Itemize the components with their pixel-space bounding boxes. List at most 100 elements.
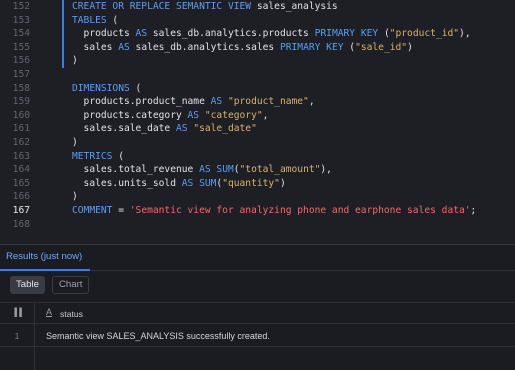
table-view-button[interactable]: Table	[10, 276, 45, 294]
code-line[interactable]: 153 TABLES (	[0, 14, 515, 28]
code-text: sales.units_sold AS SUM("quantity")	[72, 177, 286, 191]
keyword-token: AS	[210, 96, 223, 108]
string-token: "category"	[204, 109, 263, 121]
identifier-token: (	[129, 82, 142, 94]
line-number: 153	[12, 14, 30, 26]
code-line[interactable]: 162)	[0, 136, 515, 150]
line-number: 162	[12, 136, 30, 148]
line-number: 155	[12, 41, 30, 53]
code-text: )	[72, 190, 78, 204]
chart-view-button[interactable]: Chart	[52, 276, 90, 294]
keyword-token: PRIMARY KEY	[314, 28, 379, 40]
keyword-token: AS	[199, 164, 211, 176]
string-token: 'Semantic view for analyzing phone and e…	[129, 204, 471, 216]
code-line[interactable]: 164 sales.total_revenue AS SUM("total_am…	[0, 163, 515, 177]
identifier-token: sales.sale_date	[72, 123, 176, 135]
code-line[interactable]: 156)	[0, 54, 515, 68]
identifier-token: sales.total_revenue	[72, 164, 200, 176]
identifier-token: (	[343, 41, 356, 53]
identifier-token: )	[407, 41, 413, 53]
line-number: 154	[12, 28, 30, 40]
code-text: products AS sales_db.analytics.products …	[72, 27, 471, 41]
keyword-token: PRIMARY KEY	[279, 41, 344, 53]
identifier-token: (	[112, 150, 124, 162]
identifier-token: products	[72, 28, 136, 40]
code-line[interactable]: 152 CREATE OR REPLACE SEMANTIC VIEW sales…	[0, 0, 515, 14]
line-number: 167	[12, 204, 30, 216]
identifier-token: sales.units_sold	[72, 177, 182, 189]
keyword-token: DIMENSIONS	[72, 82, 130, 94]
code-line[interactable]: 154 products AS sales_db.analytics.produ…	[0, 27, 515, 41]
keyword-token: SUM	[199, 177, 217, 189]
line-number: 160	[12, 109, 30, 121]
code-line[interactable]: 167 COMMENT = 'Semantic view for analyzin…	[0, 204, 515, 218]
string-token: "sale_date"	[193, 123, 257, 135]
keyword-token: SUM	[216, 164, 234, 176]
line-number: 152	[12, 1, 30, 12]
code-text: products.category AS "category",	[72, 109, 269, 123]
text-type-icon: A	[46, 307, 53, 317]
keyword-token: TABLES	[72, 14, 107, 26]
status-cell[interactable]: Semantic view SALES_ANALYSIS successfull…	[46, 331, 270, 341]
code-text: products.product_name AS "product_name",	[72, 95, 315, 109]
identifier-token: ;	[470, 204, 477, 216]
line-number: 156	[12, 55, 30, 67]
code-text: sales AS sales_db.analytics.sales PRIMAR…	[72, 41, 413, 55]
line-number: 157	[12, 68, 30, 80]
code-line[interactable]: 160 products.category AS "category",	[0, 109, 515, 123]
results-tab-indicator	[0, 269, 90, 271]
code-line[interactable]: 168	[0, 218, 515, 232]
code-line[interactable]: 158 DIMENSIONS (	[0, 82, 515, 96]
code-line[interactable]: 157	[0, 68, 515, 82]
identifier-token: )	[72, 55, 78, 67]
code-text: DIMENSIONS (	[72, 82, 141, 96]
code-text: CREATE OR REPLACE SEMANTIC VIEW sales_an…	[72, 0, 338, 14]
identifier-token: sales_db.analytics.products	[147, 28, 315, 40]
keyword-token: AS	[118, 41, 130, 53]
code-text: TABLES (	[72, 14, 118, 28]
line-number: 164	[12, 164, 30, 176]
identifier-token: (	[106, 14, 119, 26]
keyword-token: AS	[187, 109, 200, 121]
code-line[interactable]: 159 products.product_name AS "product_na…	[0, 95, 515, 109]
identifier-token: sales_analysis	[251, 1, 338, 12]
keyword-token: CREATE OR REPLACE SEMANTIC VIEW	[72, 1, 252, 12]
identifier-token: )	[72, 191, 78, 203]
sql-editor[interactable]: 152 CREATE OR REPLACE SEMANTIC VIEW sales…	[0, 0, 515, 244]
code-line[interactable]: 163 METRICS (	[0, 150, 515, 164]
code-text: METRICS (	[72, 150, 124, 164]
keyword-token: AS	[135, 28, 148, 40]
table-row[interactable]: 1 Semantic view SALES_ANALYSIS successfu…	[0, 325, 515, 347]
identifier-token: products.product_name	[72, 96, 211, 108]
column-header-status[interactable]: status	[60, 309, 83, 319]
keyword-token: AS	[181, 177, 194, 189]
view-toggle: Table Chart	[0, 272, 515, 302]
string-token: "total_amount"	[239, 164, 321, 176]
identifier-token: products.category	[72, 109, 188, 121]
results-header: Results (just now)	[0, 245, 515, 271]
string-token: "product_id"	[389, 28, 460, 40]
line-number: 158	[12, 82, 30, 94]
results-tab[interactable]: Results (just now)	[6, 251, 82, 262]
identifier-token: ,	[262, 109, 269, 121]
string-token: "quantity"	[222, 177, 280, 189]
code-line[interactable]: 166)	[0, 190, 515, 204]
row-number-icon: ▐▐	[12, 308, 22, 317]
identifier-token: ),	[320, 164, 332, 176]
identifier-token: =	[112, 204, 130, 216]
line-number: 159	[12, 96, 30, 108]
code-text: COMMENT = 'Semantic view for analyzing p…	[72, 204, 476, 218]
code-line[interactable]: 155 sales AS sales_db.analytics.sales PR…	[0, 41, 515, 55]
keyword-token: METRICS	[72, 150, 113, 162]
code-line[interactable]: 161 sales.sale_date AS "sale_date"	[0, 122, 515, 136]
code-line[interactable]: 165 sales.units_sold AS SUM("quantity")	[0, 177, 515, 191]
line-number: 165	[12, 177, 30, 189]
row-number: 1	[14, 331, 20, 341]
line-number: 163	[12, 150, 30, 162]
keyword-token: COMMENT	[72, 204, 113, 216]
identifier-token: sales	[72, 41, 119, 53]
identifier-token: ,	[308, 96, 315, 108]
table-header: ▐▐ A status	[0, 302, 515, 324]
line-number: 161	[12, 123, 30, 135]
code-text: sales.sale_date AS "sale_date"	[72, 122, 257, 136]
